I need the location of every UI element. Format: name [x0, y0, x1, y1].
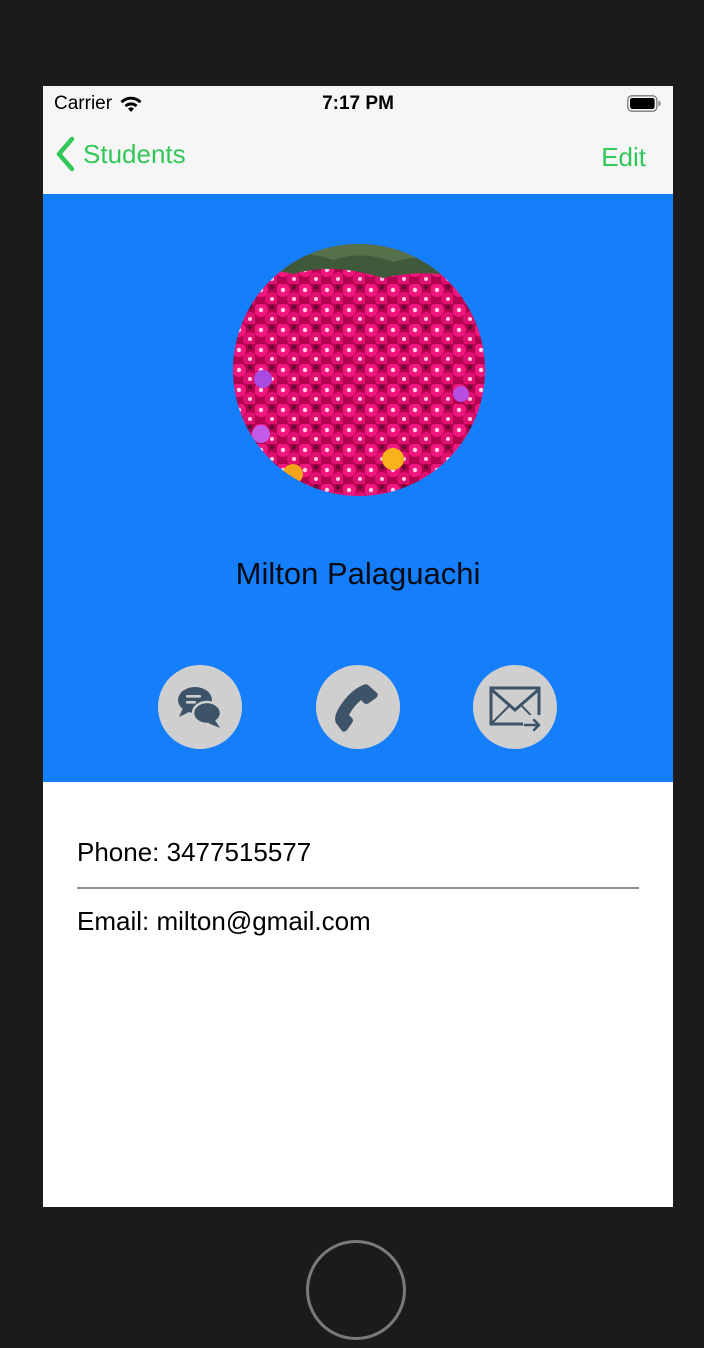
back-button-label: Students — [83, 138, 186, 169]
call-button[interactable] — [316, 665, 400, 749]
email-button[interactable] — [473, 665, 557, 749]
edit-button[interactable]: Edit — [601, 142, 646, 173]
battery-icon — [627, 95, 661, 112]
flower-photo — [233, 244, 485, 496]
navigation-bar: Students Edit — [43, 122, 673, 195]
email-text: Email: milton@gmail.com — [77, 906, 371, 936]
avatar — [233, 244, 485, 496]
message-button[interactable] — [158, 665, 242, 749]
chat-bubbles-icon — [178, 687, 223, 728]
phone-icon — [335, 684, 378, 732]
profile-header: Milton Palaguachi — [43, 194, 673, 782]
mail-forward-icon — [489, 686, 543, 732]
profile-name: Milton Palaguachi — [235, 556, 481, 591]
device-frame: Carrier 7:17 PM Students Edit Milton Pal… — [0, 0, 704, 1348]
divider — [77, 887, 639, 889]
back-button[interactable]: Students — [55, 136, 186, 172]
status-bar: Carrier 7:17 PM — [43, 86, 673, 122]
chevron-left-icon — [56, 136, 75, 172]
status-time: 7:17 PM — [322, 93, 394, 114]
home-button[interactable] — [306, 1240, 406, 1340]
app-screen: Carrier 7:17 PM Students Edit Milton Pal… — [43, 86, 673, 1207]
phone-text: Phone: 3477515577 — [77, 837, 312, 867]
